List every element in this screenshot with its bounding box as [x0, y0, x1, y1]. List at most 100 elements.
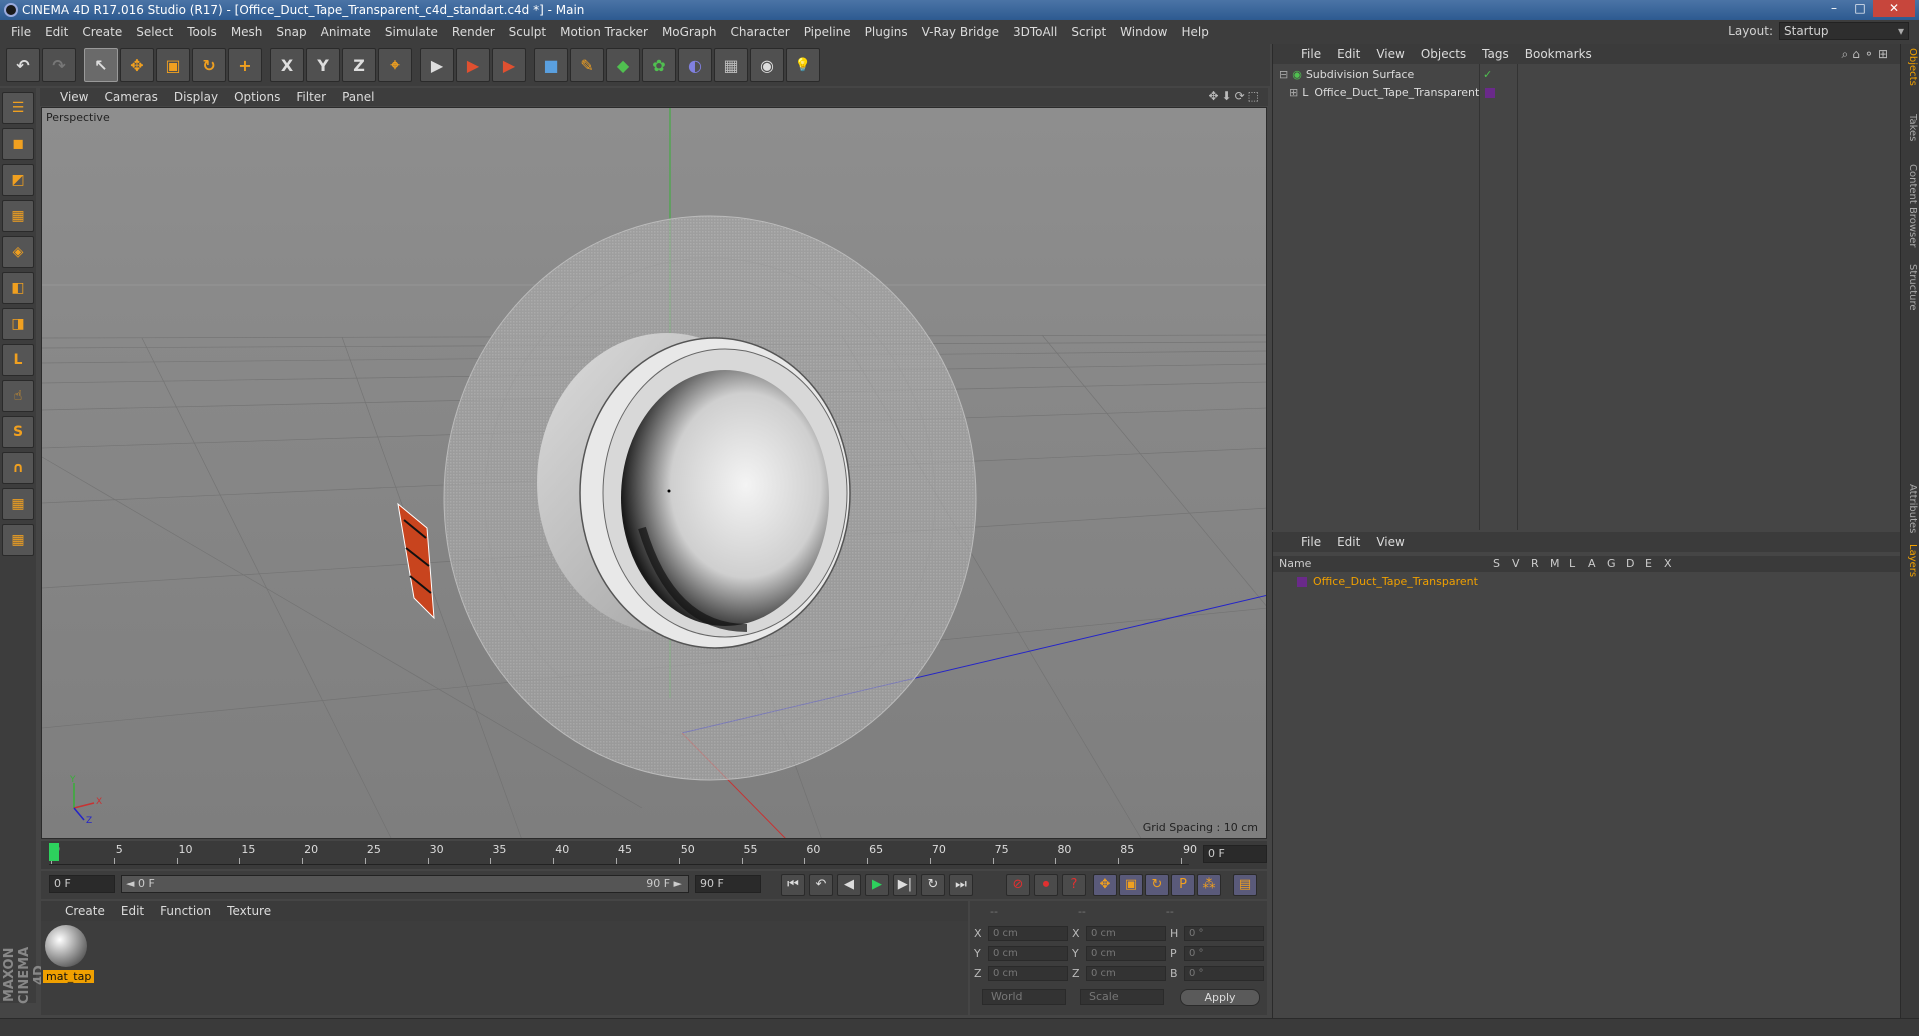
play-button[interactable]: ▶ [865, 874, 889, 896]
viewport-menu-filter[interactable]: Filter [288, 90, 334, 104]
enable-check-icon[interactable]: ✓ [1483, 66, 1492, 84]
next-frame-button[interactable]: ▶| [893, 874, 917, 896]
apply-button[interactable]: Apply [1180, 989, 1260, 1006]
menu-item-script[interactable]: Script [1064, 25, 1113, 39]
deformer-icon[interactable]: ◐ [678, 48, 712, 82]
layer-col-s[interactable]: S [1493, 556, 1500, 572]
coord-field[interactable]: 0 ° [1184, 965, 1264, 981]
menu-item-v-ray-bridge[interactable]: V-Ray Bridge [915, 25, 1006, 39]
3d-viewport[interactable]: Perspective Y X Z Grid Spacing : 10 cm [41, 107, 1267, 839]
layer-row[interactable]: Office_Duct_Tape_Transparent [1273, 573, 1900, 591]
next-key-button[interactable]: ↻ [921, 874, 945, 896]
timeline[interactable]: 051015202530354045505560657075808590 0 F [41, 841, 1267, 869]
object-menu-edit[interactable]: Edit [1329, 47, 1368, 61]
material-menu-texture[interactable]: Texture [219, 904, 279, 918]
material-menu-function[interactable]: Function [152, 904, 219, 918]
left-tool-8-icon[interactable]: ☝ [2, 380, 34, 412]
object-row-tape[interactable]: ⊞ L Office_Duct_Tape_Transparent [1273, 84, 1900, 102]
coord-field[interactable]: 0 cm [1086, 965, 1166, 981]
layer-col-d[interactable]: D [1626, 556, 1634, 572]
menu-item-plugins[interactable]: Plugins [858, 25, 915, 39]
viewport-menu-view[interactable]: View [52, 90, 96, 104]
prev-key-button[interactable]: ↶ [809, 874, 833, 896]
left-tool-1-icon[interactable]: ◼ [2, 128, 34, 160]
record-button[interactable]: ⏺ [1034, 874, 1058, 896]
layer-col-name[interactable]: Name [1279, 556, 1311, 572]
menu-item-render[interactable]: Render [445, 25, 502, 39]
menu-item-tools[interactable]: Tools [180, 25, 224, 39]
scale-dropdown[interactable]: Scale [1080, 989, 1164, 1005]
menu-item-snap[interactable]: Snap [269, 25, 313, 39]
material-name[interactable]: mat_tap [43, 970, 95, 983]
layer-col-m[interactable]: M [1550, 556, 1560, 572]
side-tab-objects[interactable]: Objects [1903, 48, 1918, 86]
object-menu-view[interactable]: View [1368, 47, 1412, 61]
layer-menu-view[interactable]: View [1368, 535, 1412, 549]
side-tab-content-browser[interactable]: Content Browser [1903, 164, 1918, 247]
render-view-icon[interactable]: ▶ [420, 48, 454, 82]
layer-col-r[interactable]: R [1531, 556, 1539, 572]
menu-item-3dtoall[interactable]: 3DToAll [1006, 25, 1064, 39]
side-tab-structure[interactable]: Structure [1903, 264, 1918, 311]
key-position-button[interactable]: ✥ [1093, 874, 1117, 896]
prev-frame-button[interactable]: ◀ [837, 874, 861, 896]
viewport-menu-cameras[interactable]: Cameras [96, 90, 165, 104]
autokey-button[interactable]: ⊘ [1006, 874, 1030, 896]
object-menu-bookmarks[interactable]: Bookmarks [1517, 47, 1600, 61]
light-icon[interactable]: 💡 [786, 48, 820, 82]
layer-name[interactable]: Office_Duct_Tape_Transparent [1313, 573, 1478, 591]
layer-col-x[interactable]: X [1664, 556, 1672, 572]
key-rotation-button[interactable]: ↻ [1145, 874, 1169, 896]
expand-icon[interactable]: ⊞ [1289, 84, 1298, 102]
menu-item-motion-tracker[interactable]: Motion Tracker [553, 25, 655, 39]
layer-col-v[interactable]: V [1512, 556, 1520, 572]
coord-field[interactable]: 0 cm [1086, 945, 1166, 961]
material-menu-create[interactable]: Create [57, 904, 113, 918]
coord-field[interactable]: 0 cm [988, 945, 1068, 961]
viewport-nav-icons[interactable]: ✥⬇⟳⬚ [1208, 89, 1262, 103]
left-tool-6-icon[interactable]: ◨ [2, 308, 34, 340]
coord-field[interactable]: 0 cm [988, 965, 1068, 981]
current-frame-field[interactable]: 0 F [1203, 845, 1267, 863]
material-preview[interactable] [45, 925, 87, 967]
menu-item-pipeline[interactable]: Pipeline [797, 25, 858, 39]
array-icon[interactable]: ✿ [642, 48, 676, 82]
menu-item-mograph[interactable]: MoGraph [655, 25, 724, 39]
menu-item-sculpt[interactable]: Sculpt [502, 25, 553, 39]
left-tool-7-icon[interactable]: L [2, 344, 34, 376]
camera-icon[interactable]: ◉ [750, 48, 784, 82]
keyframe-help-button[interactable]: ? [1062, 874, 1086, 896]
object-menu-objects[interactable]: Objects [1413, 47, 1474, 61]
left-tool-9-icon[interactable]: S [2, 416, 34, 448]
coord-field[interactable]: 0 ° [1184, 925, 1264, 941]
layout-dropdown[interactable]: Startup [1779, 22, 1909, 40]
side-tab-layers[interactable]: Layers [1903, 544, 1918, 577]
layer-col-l[interactable]: L [1569, 556, 1575, 572]
object-name[interactable]: Subdivision Surface [1306, 66, 1414, 84]
expand-icon[interactable]: ⊟ [1279, 66, 1288, 84]
menu-item-help[interactable]: Help [1174, 25, 1215, 39]
left-tool-4-icon[interactable]: ◈ [2, 236, 34, 268]
side-tab-attributes[interactable]: Attributes [1903, 484, 1918, 533]
viewport-camera-label[interactable]: Perspective [46, 111, 110, 124]
side-tab-takes[interactable]: Takes [1903, 114, 1918, 141]
object-manager-tool-icons[interactable]: ⌕⌂⚬⊞ [1842, 47, 1892, 62]
left-tool-2-icon[interactable]: ◩ [2, 164, 34, 196]
y-axis-lock-icon[interactable]: Y [306, 48, 340, 82]
rotate-tool-icon[interactable]: ↻ [192, 48, 226, 82]
object-menu-file[interactable]: File [1293, 47, 1329, 61]
menu-item-mesh[interactable]: Mesh [224, 25, 270, 39]
viewport-menu-panel[interactable]: Panel [334, 90, 382, 104]
left-tool-12-icon[interactable]: ▦ [2, 524, 34, 556]
left-tool-10-icon[interactable]: ∩ [2, 452, 34, 484]
key-scale-button[interactable]: ▣ [1119, 874, 1143, 896]
left-tool-3-icon[interactable]: ▦ [2, 200, 34, 232]
material-menu-edit[interactable]: Edit [113, 904, 152, 918]
menu-item-window[interactable]: Window [1113, 25, 1174, 39]
x-axis-lock-icon[interactable]: X [270, 48, 304, 82]
left-tool-0-icon[interactable]: ☰ [2, 92, 34, 124]
frame-range-slider[interactable]: ◄ 0 F 90 F ► [121, 875, 689, 893]
layer-col-e[interactable]: E [1645, 556, 1652, 572]
viewport-menu-options[interactable]: Options [226, 90, 288, 104]
render-picture-viewer-icon[interactable]: ▶ [456, 48, 490, 82]
